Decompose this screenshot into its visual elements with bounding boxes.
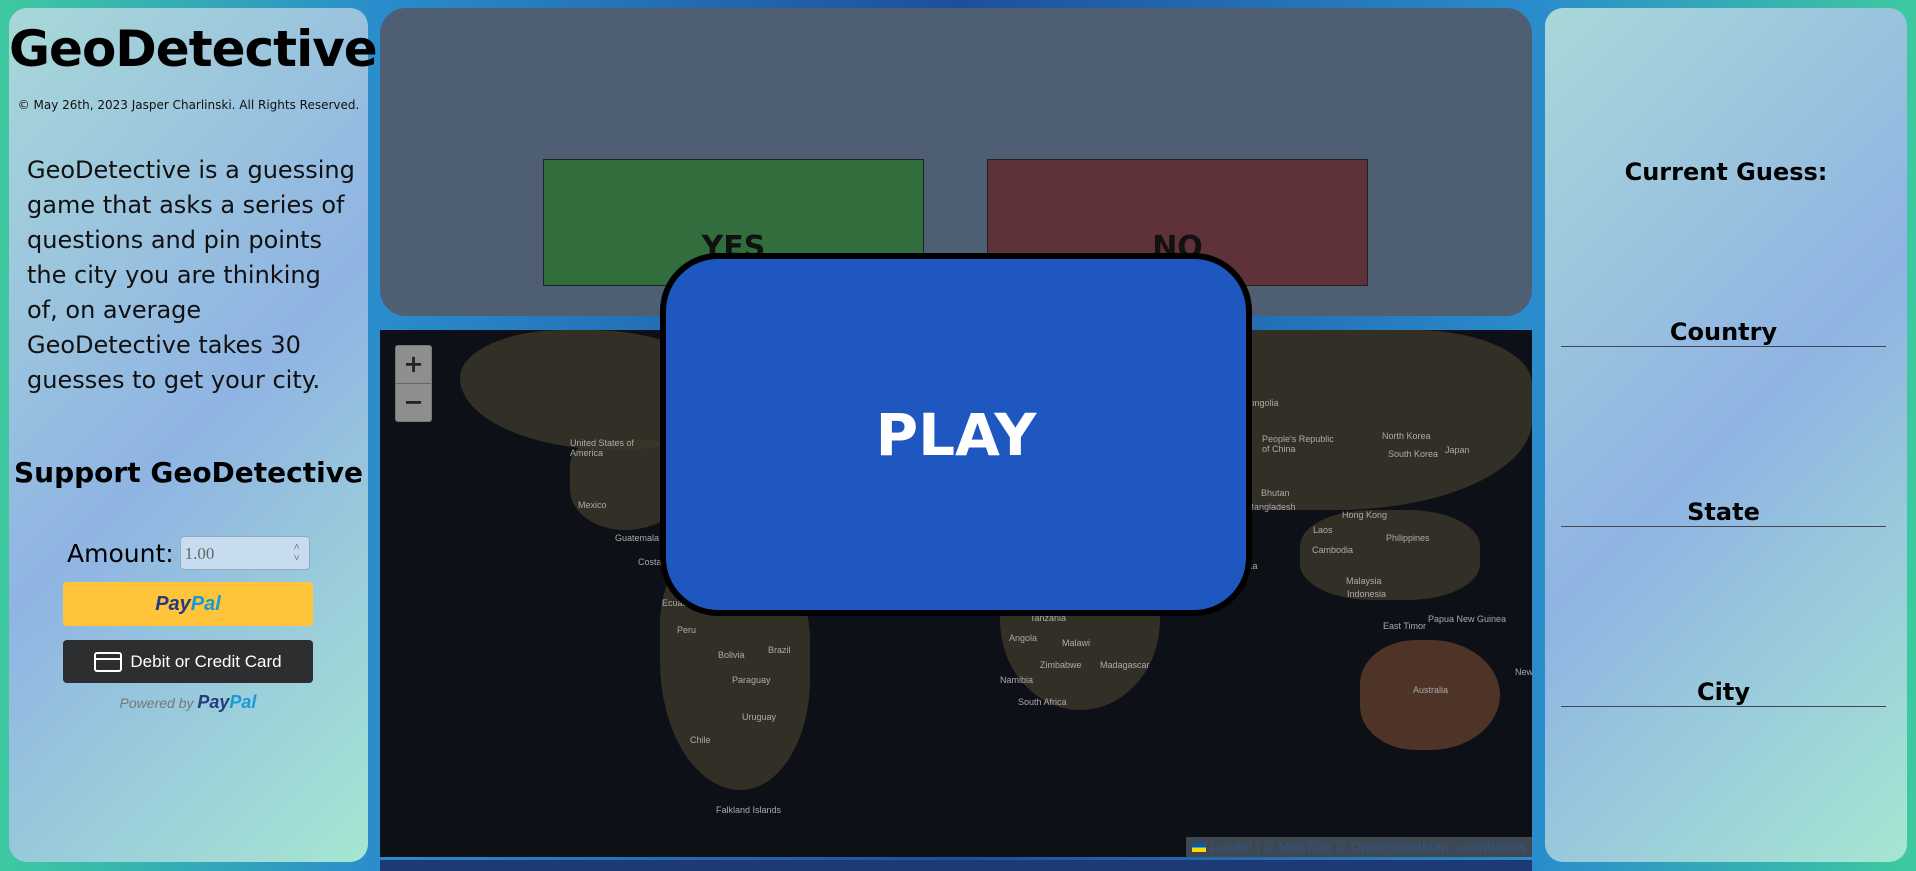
zoom-in-button[interactable]: + — [396, 346, 431, 384]
map-label: Papua New Guinea — [1428, 614, 1507, 624]
amount-label: Amount: — [67, 538, 174, 568]
map-label: Guatemala — [615, 533, 660, 543]
country-field: Country — [1561, 318, 1886, 347]
state-field: State — [1561, 498, 1886, 527]
powered-brand-dark: Pay — [197, 692, 230, 712]
map-label: Indonesia — [1347, 589, 1387, 599]
map-label: Uruguay — [742, 712, 777, 722]
leaflet-link[interactable]: Leaflet — [1210, 839, 1252, 855]
left-panel: GeoDetective © May 26th, 2023 Jasper Cha… — [9, 8, 378, 862]
map-label: Cambodia — [1312, 545, 1354, 555]
map-label: Zimbabwe — [1040, 660, 1082, 670]
ukraine-flag-icon — [1192, 843, 1207, 852]
powered-by-paypal: Powered by PayPal — [63, 692, 313, 713]
map-label: Bangladesh — [1248, 502, 1296, 512]
bottom-strip — [380, 860, 1532, 871]
card-button-label: Debit or Credit Card — [130, 651, 282, 671]
powered-by-text: Powered by — [119, 695, 194, 711]
map-label: Australia — [1413, 685, 1449, 695]
game-description: GeoDetective is a guessing game that ask… — [27, 156, 355, 394]
map-label: South Africa — [1018, 697, 1067, 707]
map-label: South Korea — [1388, 449, 1439, 459]
app-title: GeoDetective — [9, 20, 378, 78]
map-label: United States of America — [570, 438, 635, 458]
credit-card-icon — [94, 651, 123, 672]
map-label: Namibia — [1000, 675, 1034, 685]
map-label: Philippines — [1386, 533, 1430, 543]
paypal-logo-dark: Pay — [155, 592, 191, 615]
map-label: Madagascar — [1100, 660, 1150, 670]
map-label: Bolivia — [718, 650, 745, 660]
play-button[interactable]: PLAY — [660, 253, 1252, 616]
map-label: Angola — [1009, 633, 1038, 643]
powered-brand-light: Pal — [229, 692, 257, 712]
map-label: Peru — [677, 625, 697, 635]
map-label: Mexico — [578, 500, 607, 510]
copyright-text: © May 26th, 2023 Jasper Charlinski. All … — [17, 98, 360, 112]
map-label: Hong Kong — [1342, 510, 1388, 520]
map-label: Bhutan — [1261, 488, 1290, 498]
map-label: North Korea — [1382, 431, 1431, 441]
amount-input[interactable]: 1.00 ˄ ˅ — [179, 536, 310, 570]
city-field: City — [1561, 678, 1886, 707]
map-label: Chile — [690, 735, 711, 745]
paypal-logo-light: Pal — [190, 592, 221, 615]
map-label: Japan — [1445, 445, 1470, 455]
map-label: Laos — [1313, 525, 1333, 535]
current-guess-title: Current Guess: — [1624, 158, 1828, 186]
amount-value: 1.00 — [184, 544, 215, 563]
amount-stepper[interactable]: ˄ ˅ — [289, 542, 305, 566]
map-attribution: Leaflet | © MapTiler © OpenStreetMap con… — [1186, 837, 1532, 857]
map-label: Paraguay — [732, 675, 771, 685]
landmass-southeast-asia — [1300, 510, 1480, 600]
paypal-button[interactable]: Pay Pal — [63, 582, 313, 626]
map-label: Malawi — [1062, 638, 1091, 648]
map-label: Brazil — [768, 645, 791, 655]
chevron-up-icon[interactable]: ˄ — [289, 542, 305, 553]
amount-row: Amount: 1.00 ˄ ˅ — [67, 536, 310, 570]
chevron-down-icon[interactable]: ˅ — [289, 553, 305, 564]
map-label: New — [1515, 667, 1532, 677]
map-label: Malaysia — [1346, 576, 1382, 586]
map-label: People's Republic of China — [1262, 434, 1334, 454]
map-label: Falkland Islands — [716, 805, 782, 815]
attribution-text: | © MapTiler © OpenStreetMap contributor… — [1252, 839, 1526, 855]
right-panel: Current Guess: Country State City — [1545, 8, 1907, 862]
support-title: Support GeoDetective — [13, 456, 363, 489]
zoom-out-button[interactable]: − — [396, 384, 431, 422]
card-payment-button[interactable]: Debit or Credit Card — [63, 640, 313, 683]
map-label: East Timor — [1383, 621, 1427, 631]
map-label: Costa — [638, 557, 662, 567]
zoom-control: + − — [395, 345, 432, 422]
landmass-australia — [1360, 640, 1500, 750]
